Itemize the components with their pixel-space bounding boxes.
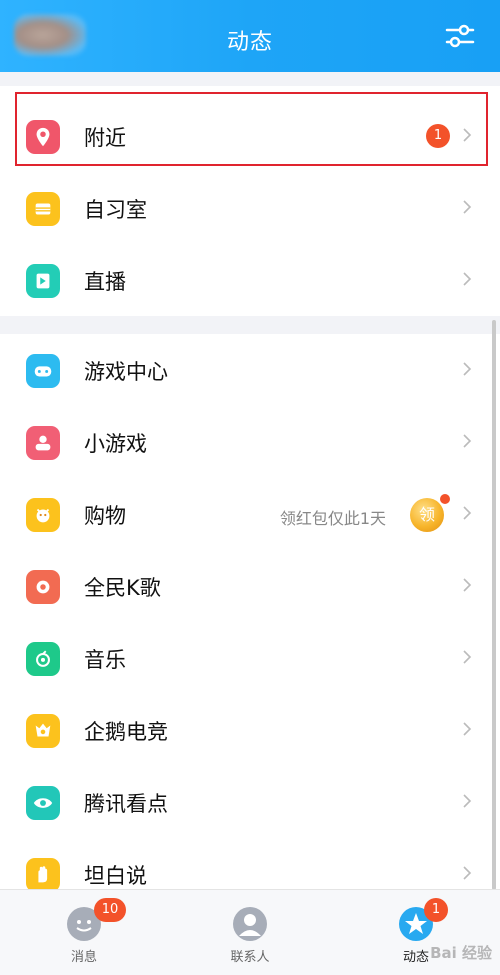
menu-item-label: 坦白说 [84,864,147,888]
menu-item-live[interactable]: 直播 [0,244,500,316]
tab-label: 联系人 [230,950,270,965]
tab-label: 消息 [70,950,97,965]
watermark: Bai 经验 [430,944,492,962]
menu-item-study-room[interactable]: 自习室 [0,172,500,244]
gamepad-icon [26,354,60,388]
menu-item-esports[interactable]: 企鹅电竞 [0,694,500,766]
music-icon [26,642,60,676]
chevron-right-icon [463,434,472,448]
highlight-annotation-box [15,92,488,166]
message-count-badge: 10 [94,898,126,922]
study-room-icon [26,192,60,226]
chevron-right-icon [463,794,472,808]
tab-contacts[interactable]: 联系人 [190,890,310,975]
settings-sliders-icon[interactable] [444,20,476,52]
promo-text: 领红包仅此1天 [279,509,386,528]
chevron-right-icon [463,866,472,880]
menu-item-label: 小游戏 [84,432,147,456]
chevron-right-icon [463,650,472,664]
chevron-right-icon [463,272,472,286]
chevron-right-icon [463,578,472,592]
menu-item-karaoke[interactable]: 全民K歌 [0,550,500,622]
contacts-person-icon [233,907,267,941]
esports-icon [26,714,60,748]
scrollbar[interactable] [492,320,496,890]
menu-item-label: 自习室 [84,198,147,222]
menu-group-secondary: 游戏中心 小游戏 购物 领红包仅此1天 领 全民K歌 音乐 企鹅电竞 腾讯看点 … [0,334,500,894]
chevron-right-icon [463,200,472,214]
header-bar: 动态 [0,0,500,72]
notification-badge: 1 [424,898,448,922]
menu-item-label: 购物 [84,504,126,528]
menu-item-label: 直播 [84,270,126,294]
menu-item-tencent-kandian[interactable]: 腾讯看点 [0,766,500,838]
chevron-right-icon [463,722,472,736]
menu-item-label: 全民K歌 [84,576,161,600]
menu-item-music[interactable]: 音乐 [0,622,500,694]
eye-icon [26,786,60,820]
menu-item-shopping[interactable]: 购物 领红包仅此1天 领 [0,478,500,550]
menu-item-label: 游戏中心 [84,360,168,384]
red-packet-coin-icon: 领 [410,498,444,532]
menu-item-label: 腾讯看点 [84,792,168,816]
chevron-right-icon [463,362,472,376]
hand-icon [26,858,60,892]
chevron-right-icon [463,506,472,520]
live-stream-icon [26,264,60,298]
bottom-tab-bar: 10 消息 联系人 1 动态 Bai 经验 [0,889,500,975]
tab-messages[interactable]: 10 消息 [24,890,144,975]
shopping-icon [26,498,60,532]
menu-item-mini-games[interactable]: 小游戏 [0,406,500,478]
red-dot-indicator [440,494,450,504]
menu-item-label: 企鹅电竞 [84,720,168,744]
mini-game-icon [26,426,60,460]
karaoke-icon [26,570,60,604]
menu-item-game-center[interactable]: 游戏中心 [0,334,500,406]
menu-item-label: 音乐 [84,648,126,672]
page-title: 动态 [226,30,273,55]
